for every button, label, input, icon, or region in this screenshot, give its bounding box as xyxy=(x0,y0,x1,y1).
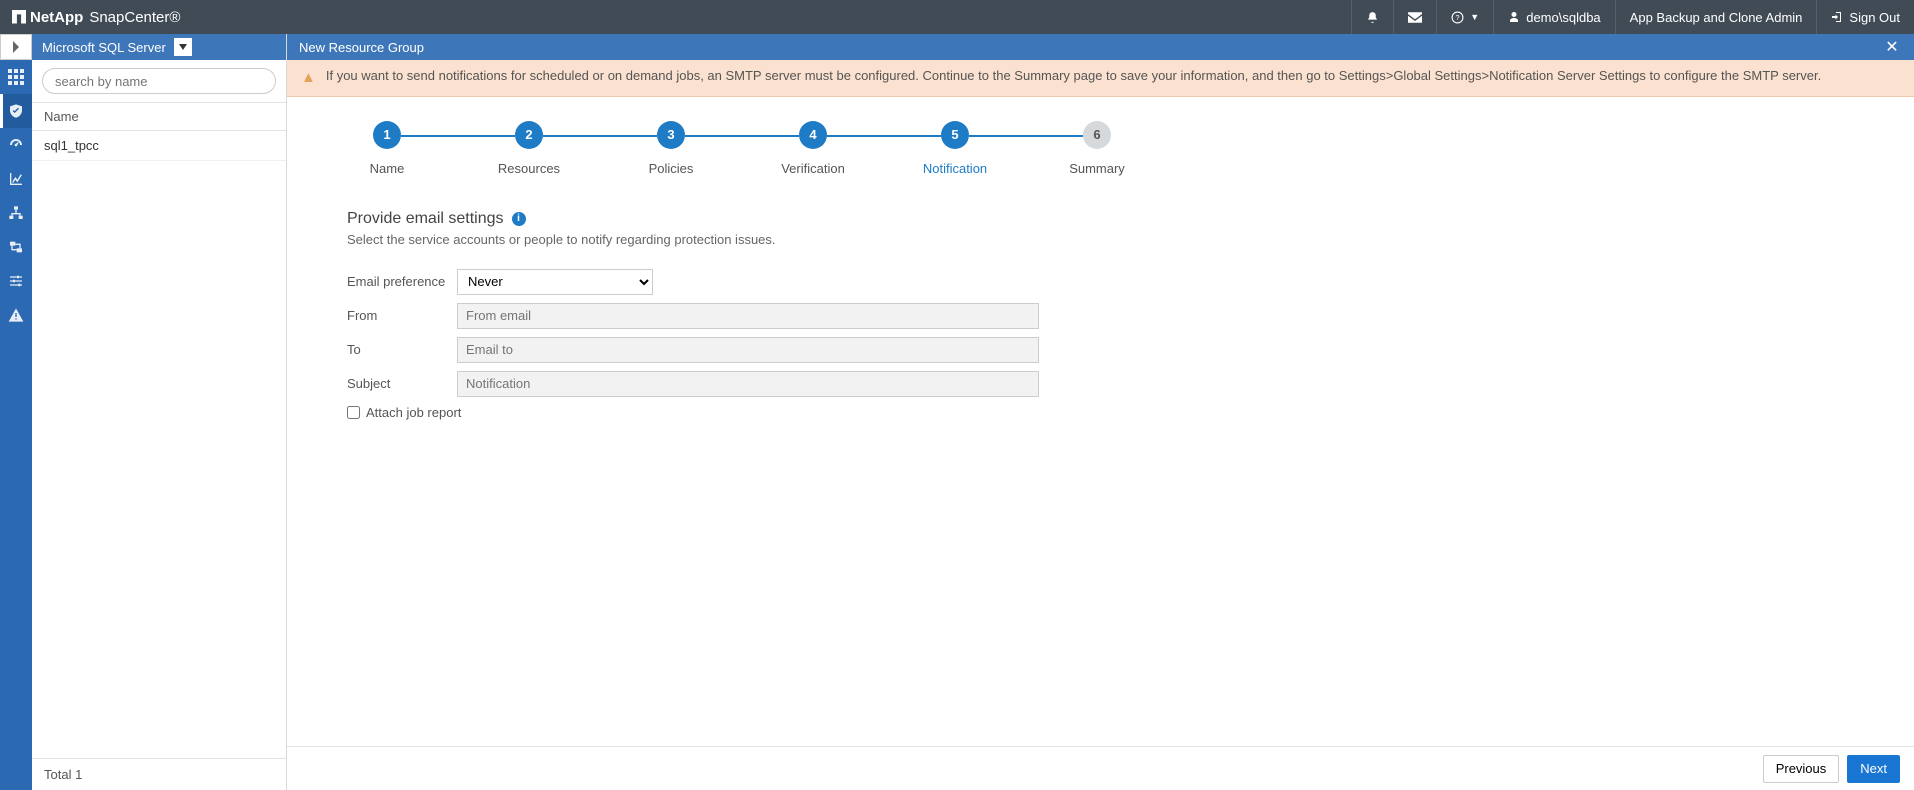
attach-report-checkbox[interactable] xyxy=(347,406,360,419)
resource-type-dropdown[interactable] xyxy=(174,38,192,56)
step-name[interactable]: 1 Name xyxy=(347,121,427,176)
nav-alerts[interactable] xyxy=(0,298,32,332)
close-icon: ✕ xyxy=(1885,37,1898,57)
next-button[interactable]: Next xyxy=(1847,755,1900,783)
mail-icon xyxy=(1408,12,1422,23)
wizard-footer: Previous Next xyxy=(287,746,1914,790)
nav-monitor[interactable] xyxy=(0,128,32,162)
step-label: Summary xyxy=(1069,161,1125,176)
nav-settings[interactable] xyxy=(0,264,32,298)
bell-icon xyxy=(1366,11,1379,24)
user-label: demo\sqldba xyxy=(1526,10,1600,25)
step-number: 1 xyxy=(373,121,401,149)
column-header-name: Name xyxy=(32,102,286,131)
gauge-icon xyxy=(8,137,24,153)
info-icon[interactable]: i xyxy=(512,212,526,226)
top-header: NetApp SnapCenter® ? ▼ demo\sqldba App B… xyxy=(0,0,1914,34)
step-verification[interactable]: 4 Verification xyxy=(773,121,853,176)
help-icon: ? xyxy=(1451,11,1464,24)
step-number: 3 xyxy=(657,121,685,149)
form-subtitle: Select the service accounts or people to… xyxy=(347,232,1914,247)
chart-icon xyxy=(8,171,24,187)
banner-text: If you want to send notifications for sc… xyxy=(326,68,1821,88)
product-text: SnapCenter® xyxy=(89,9,180,26)
to-input[interactable] xyxy=(457,337,1039,363)
notifications-button[interactable] xyxy=(1351,0,1393,34)
search-input[interactable] xyxy=(42,68,276,94)
email-preference-label: Email preference xyxy=(347,274,457,289)
nav-storage[interactable] xyxy=(0,230,32,264)
shield-icon xyxy=(8,103,24,119)
nav-dashboard[interactable] xyxy=(0,60,32,94)
tree-icon xyxy=(8,205,24,221)
step-number: 2 xyxy=(515,121,543,149)
grid-icon xyxy=(8,69,24,85)
page-title: New Resource Group xyxy=(299,40,424,55)
logo: NetApp SnapCenter® xyxy=(0,9,192,26)
subject-label: Subject xyxy=(347,376,457,391)
previous-button[interactable]: Previous xyxy=(1763,755,1840,783)
user-menu[interactable]: demo\sqldba xyxy=(1493,0,1614,34)
nav-hosts[interactable] xyxy=(0,196,32,230)
close-button[interactable]: ✕ xyxy=(1882,37,1902,57)
chevron-right-icon xyxy=(12,41,20,53)
resource-panel-footer: Total 1 xyxy=(32,758,286,790)
resource-panel-header: Microsoft SQL Server xyxy=(32,34,286,60)
main-content: New Resource Group ✕ ▲ If you want to se… xyxy=(287,34,1914,790)
signout-label: Sign Out xyxy=(1849,10,1900,25)
step-resources[interactable]: 2 Resources xyxy=(489,121,569,176)
role-label-wrap[interactable]: App Backup and Clone Admin xyxy=(1615,0,1817,34)
caret-down-icon: ▼ xyxy=(1470,12,1479,22)
step-label: Verification xyxy=(781,161,845,176)
brand-text: NetApp xyxy=(12,9,83,26)
signout-button[interactable]: Sign Out xyxy=(1816,0,1914,34)
caret-down-icon xyxy=(179,44,187,50)
form-title-row: Provide email settings i xyxy=(347,210,1914,228)
role-label: App Backup and Clone Admin xyxy=(1630,10,1803,25)
nav-resources[interactable] xyxy=(0,94,32,128)
warning-icon: ▲ xyxy=(301,68,316,88)
svg-text:?: ? xyxy=(1456,13,1460,22)
step-label: Resources xyxy=(498,161,560,176)
main-header: New Resource Group ✕ xyxy=(287,34,1914,60)
step-label: Policies xyxy=(649,161,694,176)
user-icon xyxy=(1508,11,1520,23)
resource-panel-title: Microsoft SQL Server xyxy=(42,40,166,55)
step-number: 5 xyxy=(941,121,969,149)
wizard-steps: 1 Name 2 Resources 3 Policies 4 Verifica… xyxy=(287,97,1914,186)
icon-sidebar xyxy=(0,34,32,790)
step-policies[interactable]: 3 Policies xyxy=(631,121,711,176)
help-button[interactable]: ? ▼ xyxy=(1436,0,1493,34)
step-summary[interactable]: 6 Summary xyxy=(1057,121,1137,176)
step-number: 6 xyxy=(1083,121,1111,149)
warning-banner: ▲ If you want to send notifications for … xyxy=(287,60,1914,97)
step-label: Name xyxy=(370,161,405,176)
email-preference-select[interactable]: Never xyxy=(457,269,653,295)
notification-form: Provide email settings i Select the serv… xyxy=(287,186,1914,420)
step-notification[interactable]: 5 Notification xyxy=(915,121,995,176)
messages-button[interactable] xyxy=(1393,0,1436,34)
subject-input[interactable] xyxy=(457,371,1039,397)
attach-report-label: Attach job report xyxy=(366,405,461,420)
nav-reports[interactable] xyxy=(0,162,32,196)
from-label: From xyxy=(347,308,457,323)
to-label: To xyxy=(347,342,457,357)
step-label: Notification xyxy=(923,161,987,176)
sidebar-expand-button[interactable] xyxy=(0,34,32,60)
signout-icon xyxy=(1831,11,1843,23)
sliders-icon xyxy=(8,273,24,289)
resource-panel: Microsoft SQL Server Name sql1_tpcc Tota… xyxy=(32,34,287,790)
storage-icon xyxy=(8,239,24,255)
form-title: Provide email settings xyxy=(347,210,504,228)
from-input[interactable] xyxy=(457,303,1039,329)
resource-row[interactable]: sql1_tpcc xyxy=(32,131,286,161)
step-number: 4 xyxy=(799,121,827,149)
warning-icon xyxy=(8,307,24,323)
